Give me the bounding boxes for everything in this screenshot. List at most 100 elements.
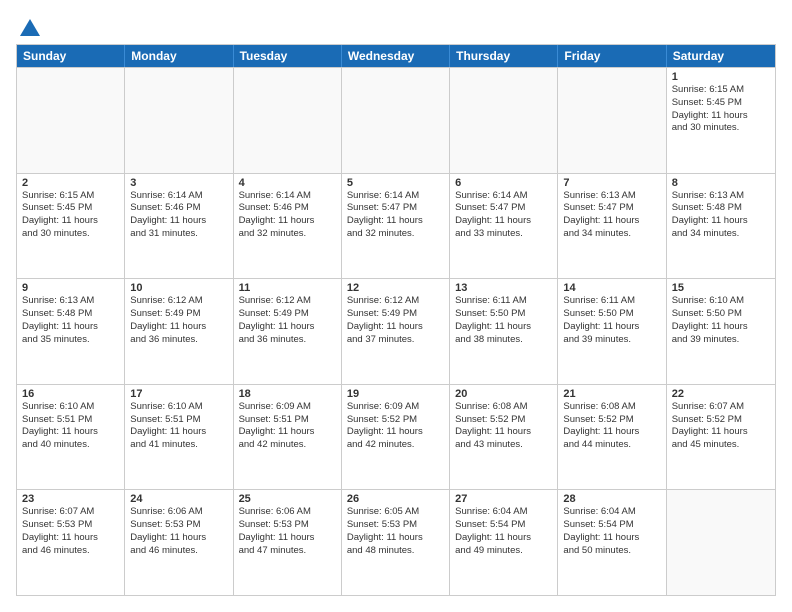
- cell-info-line: Daylight: 11 hours: [239, 532, 336, 545]
- calendar-cell: 17Sunrise: 6:10 AMSunset: 5:51 PMDayligh…: [125, 385, 233, 490]
- calendar-cell: 19Sunrise: 6:09 AMSunset: 5:52 PMDayligh…: [342, 385, 450, 490]
- cell-info-line: and 43 minutes.: [455, 439, 552, 452]
- cell-info-line: Sunset: 5:50 PM: [563, 308, 660, 321]
- cell-info-line: Daylight: 11 hours: [239, 426, 336, 439]
- cell-info-line: Daylight: 11 hours: [22, 532, 119, 545]
- day-number: 5: [347, 177, 444, 189]
- cell-info-line: Sunset: 5:54 PM: [563, 519, 660, 532]
- cell-info-line: and 39 minutes.: [672, 334, 770, 347]
- calendar-cell: [234, 68, 342, 173]
- cell-info-line: Sunset: 5:51 PM: [130, 414, 227, 427]
- calendar-week-row: 23Sunrise: 6:07 AMSunset: 5:53 PMDayligh…: [17, 489, 775, 595]
- cell-info-line: and 46 minutes.: [22, 545, 119, 558]
- calendar-week-row: 16Sunrise: 6:10 AMSunset: 5:51 PMDayligh…: [17, 384, 775, 490]
- cell-info-line: Daylight: 11 hours: [239, 321, 336, 334]
- cal-header-day: Friday: [558, 45, 666, 67]
- day-number: 18: [239, 388, 336, 400]
- calendar-body: 1Sunrise: 6:15 AMSunset: 5:45 PMDaylight…: [17, 67, 775, 595]
- calendar-header: SundayMondayTuesdayWednesdayThursdayFrid…: [17, 45, 775, 67]
- cell-info-line: and 32 minutes.: [347, 228, 444, 241]
- cal-header-day: Saturday: [667, 45, 775, 67]
- cell-info-line: Sunset: 5:52 PM: [563, 414, 660, 427]
- day-number: 15: [672, 282, 770, 294]
- cell-info-line: and 38 minutes.: [455, 334, 552, 347]
- calendar-week-row: 1Sunrise: 6:15 AMSunset: 5:45 PMDaylight…: [17, 67, 775, 173]
- calendar-cell: 26Sunrise: 6:05 AMSunset: 5:53 PMDayligh…: [342, 490, 450, 595]
- cell-info-line: Sunset: 5:49 PM: [347, 308, 444, 321]
- cal-header-day: Wednesday: [342, 45, 450, 67]
- cell-info-line: Daylight: 11 hours: [130, 321, 227, 334]
- day-number: 20: [455, 388, 552, 400]
- cell-info-line: and 39 minutes.: [563, 334, 660, 347]
- cell-info-line: Sunrise: 6:14 AM: [347, 190, 444, 203]
- calendar-cell: 1Sunrise: 6:15 AMSunset: 5:45 PMDaylight…: [667, 68, 775, 173]
- day-number: 3: [130, 177, 227, 189]
- page: SundayMondayTuesdayWednesdayThursdayFrid…: [0, 0, 792, 612]
- cell-info-line: Daylight: 11 hours: [563, 532, 660, 545]
- calendar-cell: 7Sunrise: 6:13 AMSunset: 5:47 PMDaylight…: [558, 174, 666, 279]
- cell-info-line: Daylight: 11 hours: [455, 215, 552, 228]
- calendar-cell: 23Sunrise: 6:07 AMSunset: 5:53 PMDayligh…: [17, 490, 125, 595]
- cell-info-line: Sunset: 5:45 PM: [672, 97, 770, 110]
- calendar-cell: 10Sunrise: 6:12 AMSunset: 5:49 PMDayligh…: [125, 279, 233, 384]
- cell-info-line: and 30 minutes.: [22, 228, 119, 241]
- cell-info-line: Sunset: 5:53 PM: [130, 519, 227, 532]
- calendar-cell: 25Sunrise: 6:06 AMSunset: 5:53 PMDayligh…: [234, 490, 342, 595]
- calendar-cell: 16Sunrise: 6:10 AMSunset: 5:51 PMDayligh…: [17, 385, 125, 490]
- cell-info-line: Sunrise: 6:12 AM: [130, 295, 227, 308]
- cell-info-line: Sunset: 5:49 PM: [130, 308, 227, 321]
- cell-info-line: Daylight: 11 hours: [455, 532, 552, 545]
- cell-info-line: and 50 minutes.: [563, 545, 660, 558]
- cell-info-line: Sunset: 5:45 PM: [22, 202, 119, 215]
- cell-info-line: Daylight: 11 hours: [130, 426, 227, 439]
- calendar-cell: [667, 490, 775, 595]
- cell-info-line: and 35 minutes.: [22, 334, 119, 347]
- cell-info-line: Sunset: 5:46 PM: [130, 202, 227, 215]
- calendar-cell: [17, 68, 125, 173]
- cell-info-line: Daylight: 11 hours: [563, 215, 660, 228]
- cell-info-line: Daylight: 11 hours: [563, 426, 660, 439]
- calendar-cell: 11Sunrise: 6:12 AMSunset: 5:49 PMDayligh…: [234, 279, 342, 384]
- day-number: 16: [22, 388, 119, 400]
- calendar-cell: 6Sunrise: 6:14 AMSunset: 5:47 PMDaylight…: [450, 174, 558, 279]
- calendar-cell: 20Sunrise: 6:08 AMSunset: 5:52 PMDayligh…: [450, 385, 558, 490]
- cell-info-line: and 42 minutes.: [347, 439, 444, 452]
- day-number: 21: [563, 388, 660, 400]
- day-number: 6: [455, 177, 552, 189]
- cell-info-line: Sunset: 5:50 PM: [672, 308, 770, 321]
- day-number: 17: [130, 388, 227, 400]
- calendar-cell: 3Sunrise: 6:14 AMSunset: 5:46 PMDaylight…: [125, 174, 233, 279]
- cell-info-line: Sunrise: 6:04 AM: [563, 506, 660, 519]
- cell-info-line: and 45 minutes.: [672, 439, 770, 452]
- cell-info-line: and 41 minutes.: [130, 439, 227, 452]
- calendar-cell: 4Sunrise: 6:14 AMSunset: 5:46 PMDaylight…: [234, 174, 342, 279]
- cell-info-line: Sunset: 5:54 PM: [455, 519, 552, 532]
- cell-info-line: Sunrise: 6:14 AM: [239, 190, 336, 203]
- cell-info-line: Sunset: 5:48 PM: [22, 308, 119, 321]
- cal-header-day: Tuesday: [234, 45, 342, 67]
- calendar-cell: 28Sunrise: 6:04 AMSunset: 5:54 PMDayligh…: [558, 490, 666, 595]
- logo: [16, 16, 42, 36]
- day-number: 19: [347, 388, 444, 400]
- day-number: 1: [672, 71, 770, 83]
- cell-info-line: and 48 minutes.: [347, 545, 444, 558]
- header: [16, 16, 776, 36]
- day-number: 11: [239, 282, 336, 294]
- cell-info-line: and 36 minutes.: [239, 334, 336, 347]
- cell-info-line: Daylight: 11 hours: [455, 426, 552, 439]
- cell-info-line: Daylight: 11 hours: [22, 321, 119, 334]
- cell-info-line: Sunrise: 6:14 AM: [130, 190, 227, 203]
- day-number: 9: [22, 282, 119, 294]
- cell-info-line: Daylight: 11 hours: [672, 215, 770, 228]
- cell-info-line: Sunset: 5:53 PM: [22, 519, 119, 532]
- calendar-cell: 14Sunrise: 6:11 AMSunset: 5:50 PMDayligh…: [558, 279, 666, 384]
- cal-header-day: Thursday: [450, 45, 558, 67]
- day-number: 28: [563, 493, 660, 505]
- calendar-cell: [125, 68, 233, 173]
- calendar-cell: [342, 68, 450, 173]
- day-number: 27: [455, 493, 552, 505]
- cell-info-line: Sunrise: 6:08 AM: [563, 401, 660, 414]
- cell-info-line: and 34 minutes.: [563, 228, 660, 241]
- cell-info-line: Daylight: 11 hours: [672, 426, 770, 439]
- cell-info-line: Sunrise: 6:10 AM: [672, 295, 770, 308]
